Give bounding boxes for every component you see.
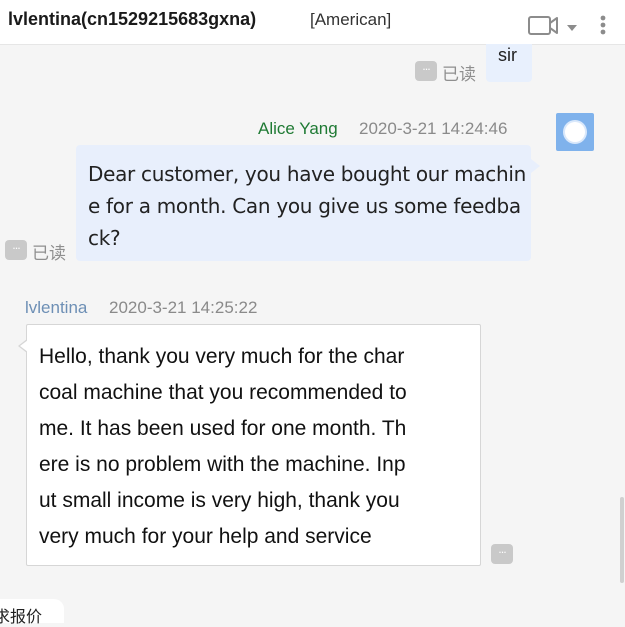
message-line: very much for your help and service [39,525,372,548]
avatar[interactable] [556,113,594,151]
read-status: 已读 [442,65,476,85]
contact-country-tag: [American] [310,10,392,29]
previous-message-text: sir [498,45,517,65]
contact-name[interactable]: lvlentina(cn1529215683gxna) [8,9,256,30]
message-line: ut small income is very high, thank you [39,489,400,512]
message-line: ck? [88,226,121,250]
sender-name: lvlentina [25,298,88,317]
sender-name: Alice Yang [258,119,338,138]
read-status: 已读 [32,244,66,264]
message-line: coal machine that you recommended to [39,381,407,404]
message-line: Dear customer, you have bought our machi… [88,162,526,186]
message-line: ere is no problem with the machine. Inp [39,453,406,476]
more-vertical-icon[interactable] [596,14,610,40]
message-options-icon[interactable] [415,61,437,81]
outgoing-message-bubble[interactable]: Dear customer, you have bought our machi… [76,145,540,261]
message-line: me. It has been used for one month. Th [39,417,407,440]
message-timestamp: 2020-3-21 14:24:46 [359,119,508,138]
quick-reply-label: 求报价 [0,607,43,626]
scrollbar-thumb[interactable] [620,497,624,583]
message-timestamp: 2020-3-21 14:25:22 [109,298,258,317]
video-camera-icon[interactable] [528,14,558,40]
avatar-icon [565,122,585,142]
incoming-message-bubble[interactable]: Hello, thank you very much for the char … [18,324,481,566]
message-line: e for a month. Can you give us some feed… [88,194,521,218]
chat-header: lvlentina(cn1529215683gxna) [American] [0,0,625,45]
chevron-down-icon[interactable] [566,18,578,37]
message-options-icon[interactable] [491,544,513,564]
message-options-icon[interactable] [5,240,27,260]
message-line: Hello, thank you very much for the char [39,345,405,368]
